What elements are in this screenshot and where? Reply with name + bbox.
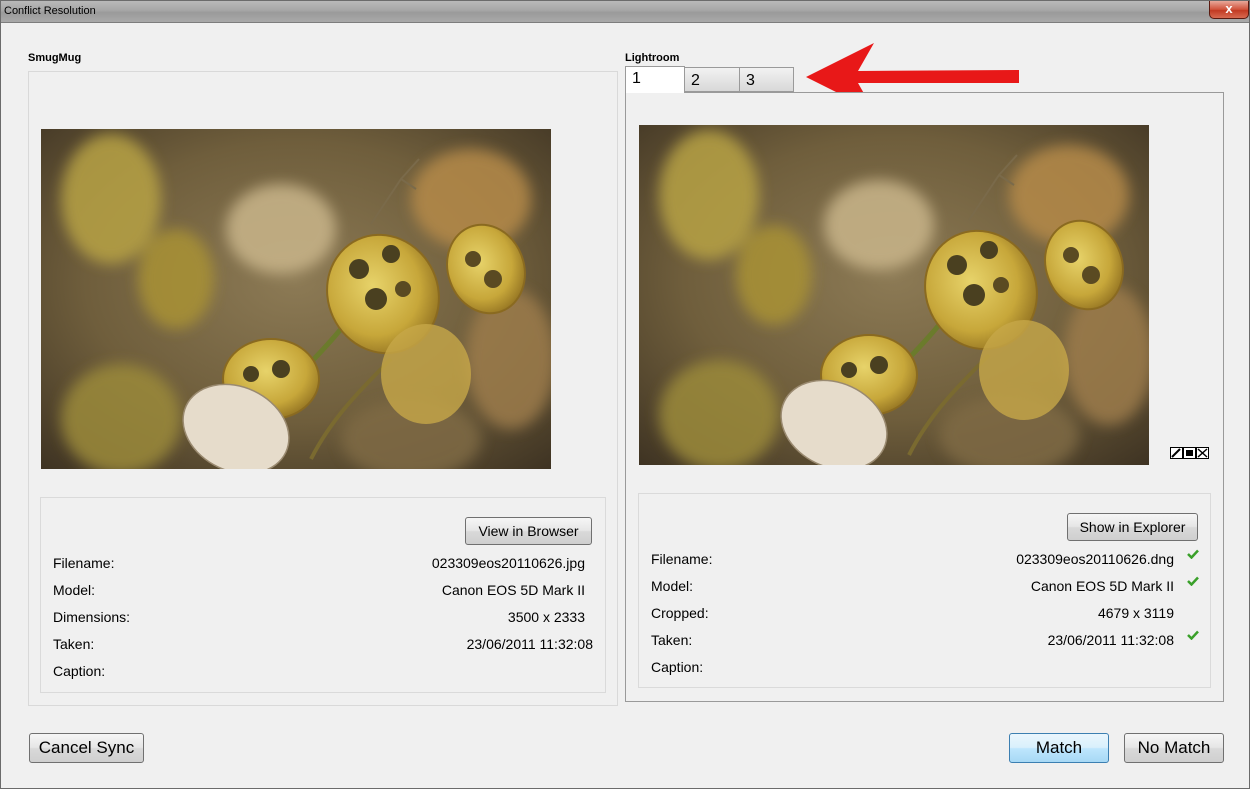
tab-1[interactable]: 1 [625,66,685,93]
conflict-resolution-window: Conflict Resolution x SmugMug View in Br… [0,0,1250,789]
match-button[interactable]: Match [1009,733,1109,763]
check-icon [1187,630,1199,640]
title-bar[interactable]: Conflict Resolution x [1,1,1249,23]
smugmug-photo [41,129,551,469]
tab-2[interactable]: 2 [684,67,740,92]
smugmug-filename-value: 023309eos20110626.jpg [431,555,585,571]
smugmug-filename-label: Filename: [53,555,115,571]
no-match-button[interactable]: No Match [1124,733,1224,763]
window-title: Conflict Resolution [4,5,96,17]
lightroom-filename-label: Filename: [651,551,713,567]
smugmug-dimensions-value: 3500 x 2333 [507,609,585,625]
lightroom-taken-label: Taken: [651,632,693,648]
metadata-status-icons [1170,447,1209,459]
check-icon [1187,576,1199,586]
lightroom-cropped-value: 4679 x 3119 [1097,605,1174,621]
smugmug-dimensions-label: Dimensions: [53,609,131,625]
show-in-explorer-button[interactable]: Show in Explorer [1067,513,1198,541]
cancel-sync-button[interactable]: Cancel Sync [29,733,144,763]
lightroom-filename-value: 023309eos20110626.dng [1016,551,1174,567]
smugmug-taken-value: 23/06/2011 11:32:08 [466,636,593,652]
lightroom-model-label: Model: [651,578,694,594]
lightroom-caption-label: Caption: [651,659,704,675]
lightroom-photo [639,125,1149,465]
close-icon[interactable]: x [1209,1,1249,19]
view-in-browser-button[interactable]: View in Browser [465,517,592,545]
smugmug-taken-label: Taken: [53,636,95,652]
smugmug-model-label: Model: [53,582,96,598]
honesty-seedpods-image [41,129,551,469]
lightroom-heading: Lightroom [625,52,680,64]
tab-3[interactable]: 3 [739,67,794,92]
smugmug-model-value: Canon EOS 5D Mark II [441,582,585,598]
check-icon [1187,549,1199,559]
smugmug-caption-label: Caption: [53,663,106,679]
lightroom-model-value: Canon EOS 5D Mark II [1030,578,1174,594]
lightroom-cropped-label: Cropped: [651,605,709,621]
lightroom-taken-value: 23/06/2011 11:32:08 [1047,632,1174,648]
honesty-seedpods-image [639,125,1149,465]
smugmug-heading: SmugMug [28,52,82,64]
